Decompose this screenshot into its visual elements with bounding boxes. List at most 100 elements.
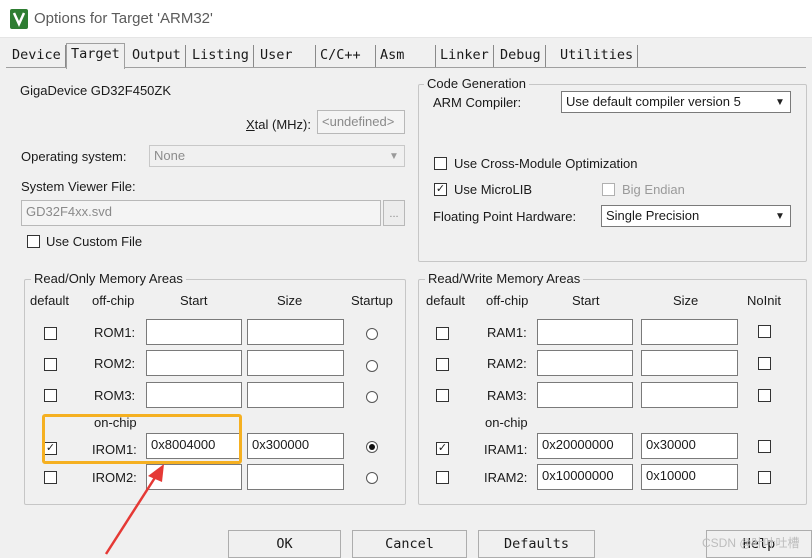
ram1-start-input[interactable] [537,319,633,345]
custom-file-checkbox[interactable] [27,235,40,248]
ram1-noinit-checkbox[interactable] [758,325,771,338]
ro-memory-title: Read/Only Memory Areas [31,271,186,286]
rom2-startup-radio[interactable] [366,360,378,372]
tab-target[interactable]: Target [66,43,125,69]
iram1-start-input[interactable]: 0x20000000 [537,433,633,459]
custom-file-label: Use Custom File [46,234,143,249]
ram3-label: RAM3: [487,388,527,403]
xtal-label-rest: tal (MHz): [254,117,312,132]
rom2-default-checkbox[interactable] [44,358,57,371]
rom1-default-checkbox[interactable] [44,327,57,340]
irom1-startup-radio[interactable] [366,441,378,453]
ram3-noinit-checkbox[interactable] [758,389,771,402]
tab-user[interactable]: User [256,45,316,67]
iram1-size-input[interactable]: 0x30000 [641,433,738,459]
rw-onchip-label: on-chip [485,415,528,430]
ram3-start-input[interactable] [537,382,633,408]
iram2-default-checkbox[interactable] [436,471,449,484]
irom2-startup-radio[interactable] [366,472,378,484]
ram3-default-checkbox[interactable] [436,389,449,402]
ram2-start-input[interactable] [537,350,633,376]
rom3-default-checkbox[interactable] [44,389,57,402]
tab-debug[interactable]: Debug [496,45,546,67]
fpu-select[interactable]: Single Precision ▼ [601,205,791,227]
fpu-value: Single Precision [606,208,700,223]
cross-module-checkbox[interactable] [434,157,447,170]
os-label: Operating system: [21,149,127,164]
code-generation-title: Code Generation [424,76,530,91]
xtal-input[interactable]: <undefined> [317,110,405,134]
microlib-checkbox[interactable]: ✓ [434,183,447,196]
tab-device[interactable]: Device [8,45,66,67]
ok-button[interactable]: OK [228,530,341,558]
chevron-down-icon: ▼ [775,96,785,108]
cancel-button[interactable]: Cancel [352,530,467,558]
rw-header-default: default [426,293,466,308]
ram2-noinit-checkbox[interactable] [758,357,771,370]
ro-header-startup: Startup [351,293,393,308]
arm-compiler-value: Use default compiler version 5 [566,94,741,109]
defaults-button[interactable]: Defaults [478,530,595,558]
rom2-start-input[interactable] [146,350,242,376]
iram1-default-checkbox[interactable]: ✓ [436,442,449,455]
tab-cpp[interactable]: C/C++ [316,45,376,67]
ram1-default-checkbox[interactable] [436,327,449,340]
rom3-label: ROM3: [94,388,136,403]
rw-header-start: Start [572,293,600,308]
xtal-label-hotkey: X [246,117,255,132]
rom1-startup-radio[interactable] [366,328,378,340]
fpu-label: Floating Point Hardware: [433,209,577,224]
arm-compiler-select[interactable]: Use default compiler version 5 ▼ [561,91,791,113]
rom3-size-input[interactable] [247,382,344,408]
ro-header-start: Start [180,293,208,308]
watermark-text: CSDN @叶叶吐槽 [702,536,800,550]
ram2-default-checkbox[interactable] [436,358,449,371]
ram1-size-input[interactable] [641,319,738,345]
rw-memory-title: Read/Write Memory Areas [425,271,584,286]
keil-app-icon [10,9,28,29]
ro-header-size: Size [277,293,303,308]
big-endian-checkbox[interactable] [602,183,615,196]
iram2-label: IRAM2: [484,470,528,485]
annotation-arrow-icon [104,464,164,555]
os-select[interactable]: None ▼ [149,145,405,167]
ram2-label: RAM2: [487,356,527,371]
iram1-noinit-checkbox[interactable] [758,440,771,453]
chevron-down-icon: ▼ [775,210,785,222]
irom1-size-input[interactable]: 0x300000 [247,433,344,459]
microlib-label: Use MicroLIB [454,182,533,197]
rom3-startup-radio[interactable] [366,391,378,403]
irom2-size-input[interactable] [247,464,344,490]
iram1-label: IRAM1: [484,442,528,457]
chevron-down-icon: ▼ [389,150,399,162]
ram2-size-input[interactable] [641,350,738,376]
ro-header-default: default [30,293,70,308]
tab-asm[interactable]: Asm [376,45,436,67]
svd-input[interactable]: GD32F4xx.svd [21,200,381,226]
os-select-value: None [154,148,186,163]
svd-label: System Viewer File: [21,179,136,194]
iram2-noinit-checkbox[interactable] [758,471,771,484]
tab-linker[interactable]: Linker [436,45,494,67]
tab-utilities[interactable]: Utilities [556,45,639,67]
rw-header-size: Size [673,293,699,308]
tab-output[interactable]: Output [128,45,186,67]
tab-listing[interactable]: Listing [188,45,254,67]
annotation-highlight-box [42,414,242,464]
rom1-start-input[interactable] [146,319,242,345]
iram2-start-input[interactable]: 0x10000000 [537,464,633,490]
ro-header-offchip: off-chip [92,293,135,308]
big-endian-label: Big Endian [622,182,685,197]
irom2-default-checkbox[interactable] [44,471,57,484]
window-title: Options for Target 'ARM32' [34,10,213,27]
rw-header-offchip: off-chip [486,293,529,308]
rom1-size-input[interactable] [247,319,344,345]
xtal-label: Xtal (MHz): [246,117,311,132]
rom2-size-input[interactable] [247,350,344,376]
rom3-start-input[interactable] [146,382,242,408]
iram2-size-input[interactable]: 0x10000 [641,464,738,490]
ram3-size-input[interactable] [641,382,738,408]
svd-browse-button[interactable]: ... [383,200,405,226]
rw-header-noinit: NoInit [747,293,781,308]
device-name: GigaDevice GD32F450ZK [20,83,172,98]
